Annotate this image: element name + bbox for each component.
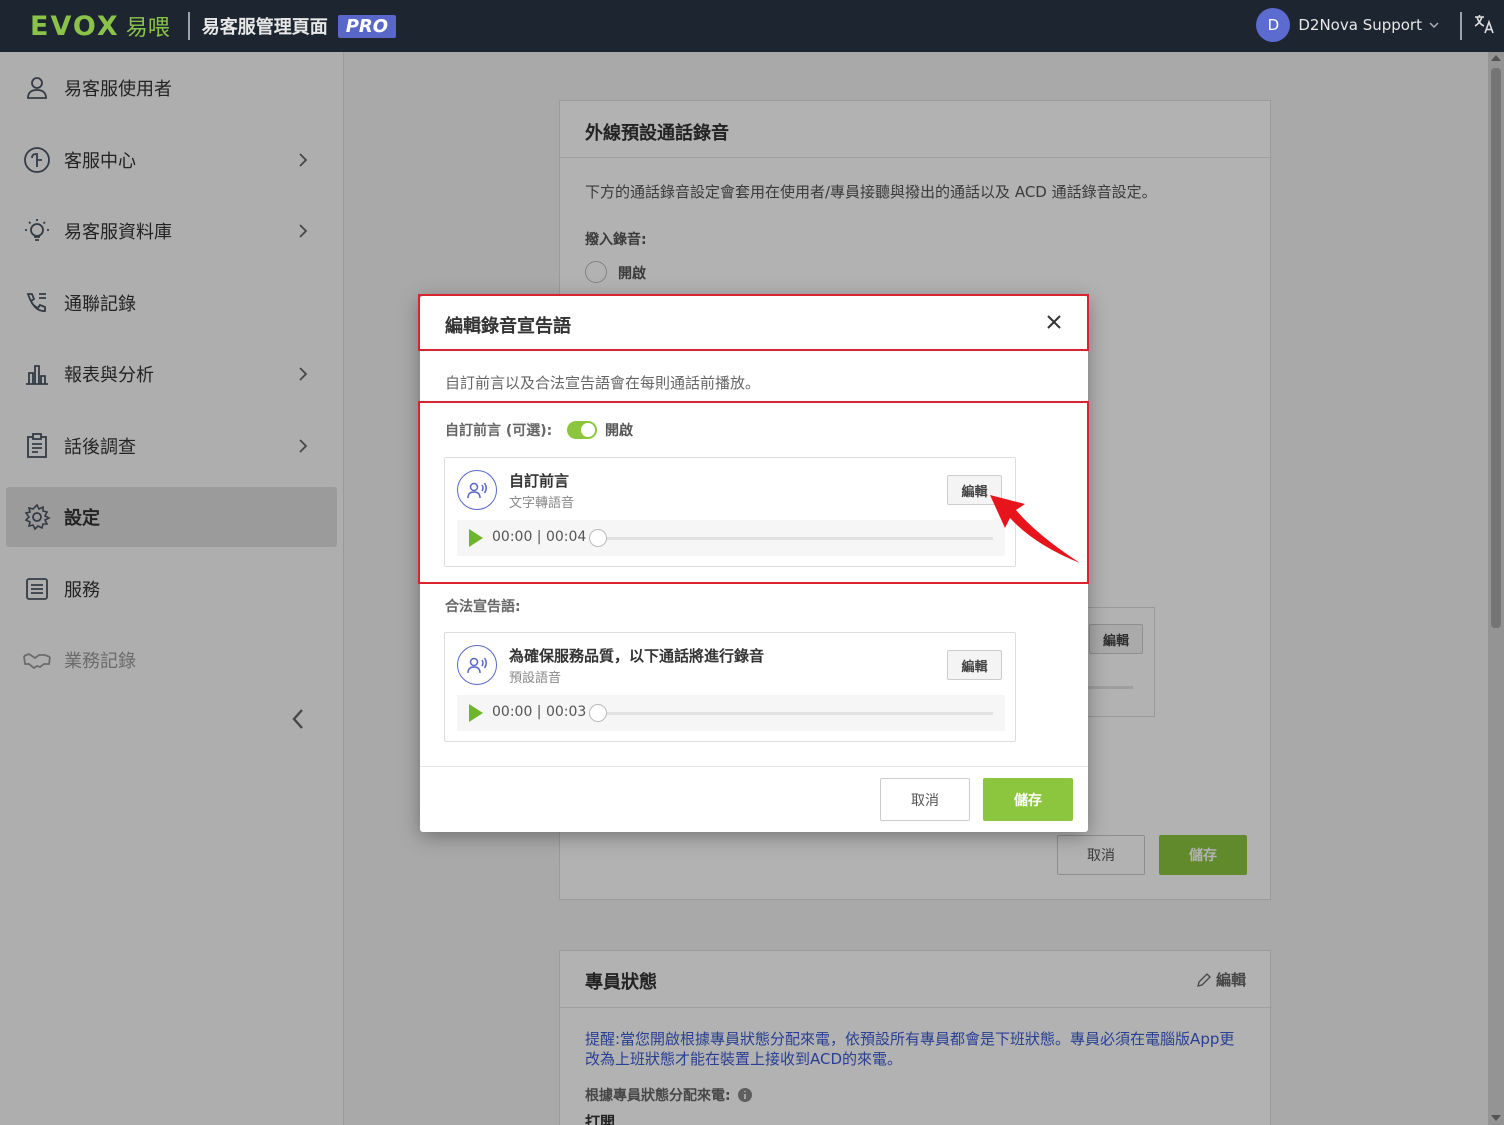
- audio-progress-knob[interactable]: [589, 704, 607, 722]
- audio-player: 00:00 | 00:03: [457, 695, 1005, 731]
- audio-time: 00:00 | 00:03: [492, 704, 587, 720]
- modal-description: 自訂前言以及合法宣告語會在每則通話前播放。: [445, 374, 761, 392]
- audio-progress-track[interactable]: [597, 712, 993, 715]
- modal-footer-divider: [420, 766, 1088, 767]
- modal-save-button[interactable]: 儲存: [983, 778, 1073, 821]
- logo-text: EVOX: [30, 10, 120, 42]
- legal-announcement-edit-button[interactable]: 編輯: [947, 650, 1002, 680]
- red-arrow-annotation: [990, 495, 1080, 563]
- pro-badge: PRO: [337, 14, 397, 38]
- play-icon[interactable]: [469, 704, 483, 722]
- avatar: D: [1256, 8, 1291, 42]
- top-bar: EVOX 易喂 易客服管理頁面 PRO D D2Nova Support: [0, 0, 1504, 52]
- translate-icon[interactable]: [1472, 12, 1496, 36]
- audio-subtitle: 預設語音: [509, 671, 562, 686]
- speaking-person-icon: [467, 657, 487, 674]
- logo: EVOX 易喂: [30, 10, 170, 42]
- topbar-divider: [187, 12, 190, 40]
- audio-title: 為確保服務品質，以下通話將進行錄音: [509, 647, 765, 665]
- legal-announcement-label: 合法宣告語:: [445, 599, 521, 615]
- chevron-down-icon: [1429, 22, 1439, 29]
- voice-avatar: [457, 645, 497, 685]
- user-name: D2Nova Support: [1298, 16, 1422, 34]
- topbar-divider-2: [1460, 12, 1462, 40]
- highlight-modal-header: [418, 294, 1089, 351]
- logo-cn: 易喂: [125, 16, 170, 41]
- user-menu[interactable]: D D2Nova Support: [1256, 8, 1440, 42]
- modal-cancel-button[interactable]: 取消: [880, 778, 970, 821]
- legal-announcement-audio-box: 為確保服務品質，以下通話將進行錄音 預設語音 編輯 00:00 | 00:03: [444, 632, 1016, 742]
- app-title: 易客服管理頁面: [201, 17, 328, 38]
